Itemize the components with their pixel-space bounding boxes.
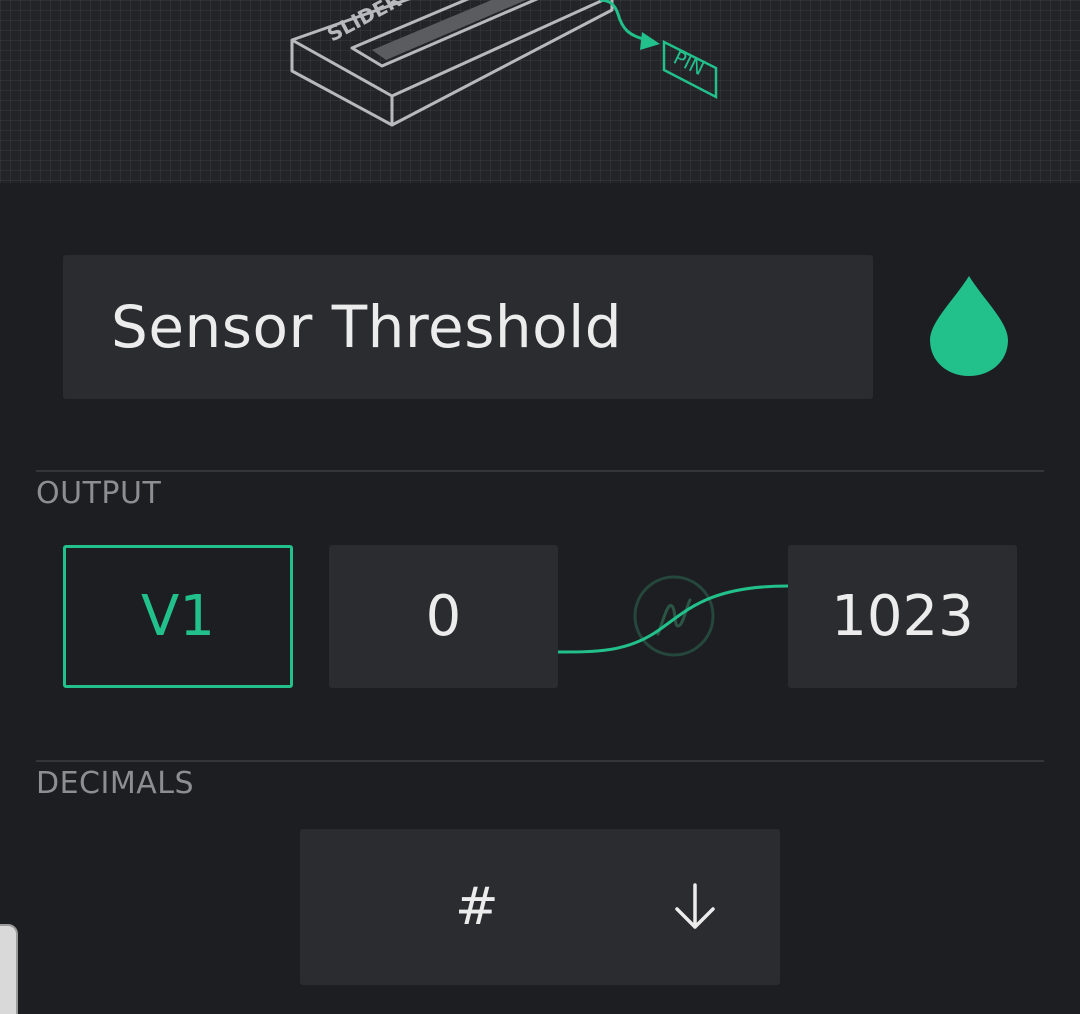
max-value-input[interactable]: 1023 <box>788 545 1017 688</box>
pin-select-button[interactable]: V1 <box>63 545 293 688</box>
output-divider <box>36 470 1044 472</box>
slider-pin-diagram: SLIDER PIN <box>290 0 718 127</box>
max-value-text: 1023 <box>831 584 974 649</box>
min-value-input[interactable]: 0 <box>329 545 558 688</box>
slider-label: SLIDER <box>323 0 405 46</box>
pin-value: V1 <box>141 584 215 649</box>
decimals-section-label: DECIMALS <box>36 766 195 801</box>
widget-settings-screen: SLIDER PIN Sensor Threshold OUTPUT V1 0 … <box>0 0 1080 1014</box>
output-section-label: OUTPUT <box>36 476 162 511</box>
decimals-value: # <box>455 877 499 937</box>
wave-curve-icon[interactable] <box>556 560 792 670</box>
decimals-dropdown[interactable]: # <box>300 829 780 985</box>
edge-handle[interactable] <box>0 924 18 1014</box>
widget-name-text: Sensor Threshold <box>111 293 623 361</box>
min-value-text: 0 <box>425 584 462 649</box>
decimals-divider <box>36 760 1044 762</box>
arrow-down-icon <box>675 883 715 929</box>
widget-name-input[interactable]: Sensor Threshold <box>63 255 873 399</box>
water-drop-icon[interactable] <box>926 272 1012 380</box>
slider-illustration: SLIDER PIN <box>0 0 1080 183</box>
